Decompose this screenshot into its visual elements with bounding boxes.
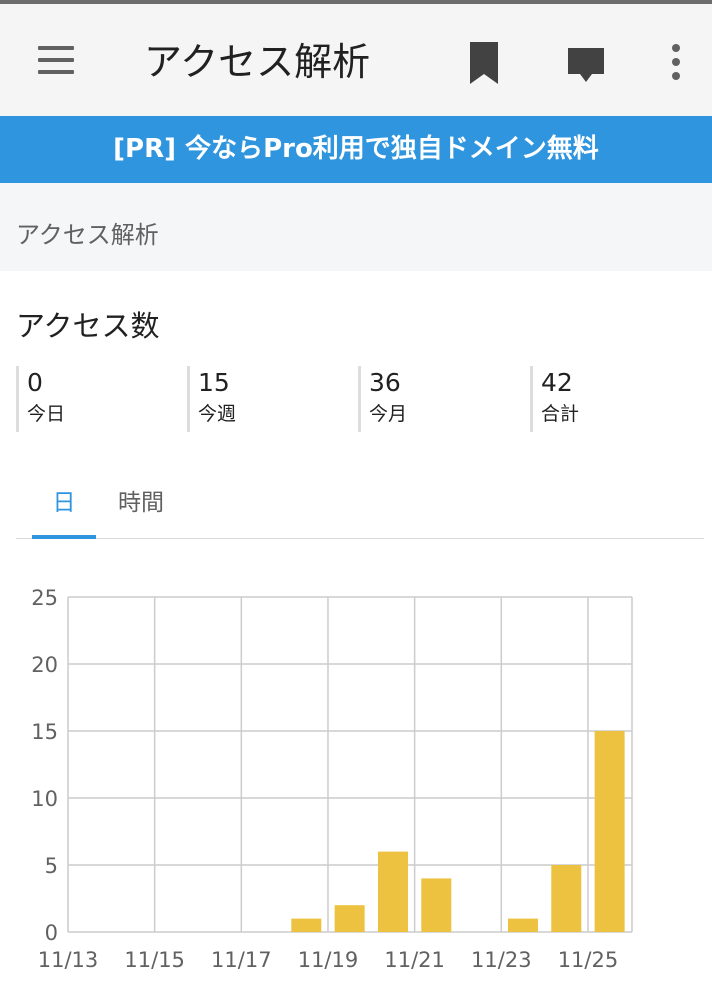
x-tick-label: 11/21 <box>384 948 445 972</box>
stat-month-value: 36 <box>369 368 401 397</box>
comment-icon[interactable] <box>566 44 606 84</box>
stat-total-label: 合計 <box>541 403 580 425</box>
more-vert-icon[interactable] <box>662 42 690 84</box>
promo-banner[interactable]: [PR] 今ならPro利用で独自ドメイン無料 <box>0 116 712 183</box>
y-tick-label: 0 <box>45 921 58 945</box>
x-tick-label: 11/17 <box>211 948 272 972</box>
tab-day[interactable]: 日 <box>32 474 96 539</box>
bar <box>334 905 365 932</box>
tab-hour[interactable]: 時間 <box>106 474 176 538</box>
bar <box>594 731 625 932</box>
y-tick-label: 10 <box>31 787 58 811</box>
y-tick-label: 20 <box>31 653 58 677</box>
bar <box>551 865 582 932</box>
app-bar: アクセス解析 <box>0 4 712 116</box>
x-tick-label: 11/23 <box>471 948 532 972</box>
bar <box>377 851 408 932</box>
daily-access-chart: 0 5 10 15 20 25 11/13 11/15 11/17 11/19 11/21 11/23… <box>31 586 633 972</box>
x-tick-label: 11/19 <box>298 948 359 972</box>
stat-today-value: 0 <box>27 368 43 397</box>
bar <box>507 918 538 932</box>
stat-month: 36 今月 <box>358 366 407 432</box>
stat-week-value: 15 <box>198 368 230 397</box>
stat-week: 15 今週 <box>187 366 236 432</box>
bar <box>421 878 452 932</box>
x-tick-label: 11/13 <box>38 948 99 972</box>
x-tick-label: 11/25 <box>558 948 619 972</box>
stat-month-label: 今月 <box>369 403 408 425</box>
y-tick-label: 15 <box>31 720 58 744</box>
bookmark-icon[interactable] <box>466 42 502 84</box>
stat-today-label: 今日 <box>27 403 66 425</box>
x-tick-label: 11/15 <box>124 948 185 972</box>
bar <box>291 918 322 932</box>
stat-total-value: 42 <box>541 368 573 397</box>
period-tabs: 日 時間 <box>16 474 704 539</box>
access-count-title: アクセス数 <box>16 309 160 343</box>
menu-icon[interactable] <box>36 44 76 76</box>
stat-today: 0 今日 <box>16 366 65 432</box>
app-title: アクセス解析 <box>144 40 371 84</box>
y-tick-label: 5 <box>45 854 58 878</box>
section-header: アクセス解析 <box>0 183 712 271</box>
stat-week-label: 今週 <box>198 403 237 425</box>
section-header-label: アクセス解析 <box>16 221 159 249</box>
y-tick-label: 25 <box>31 586 58 610</box>
stat-total: 42 合計 <box>530 366 579 432</box>
